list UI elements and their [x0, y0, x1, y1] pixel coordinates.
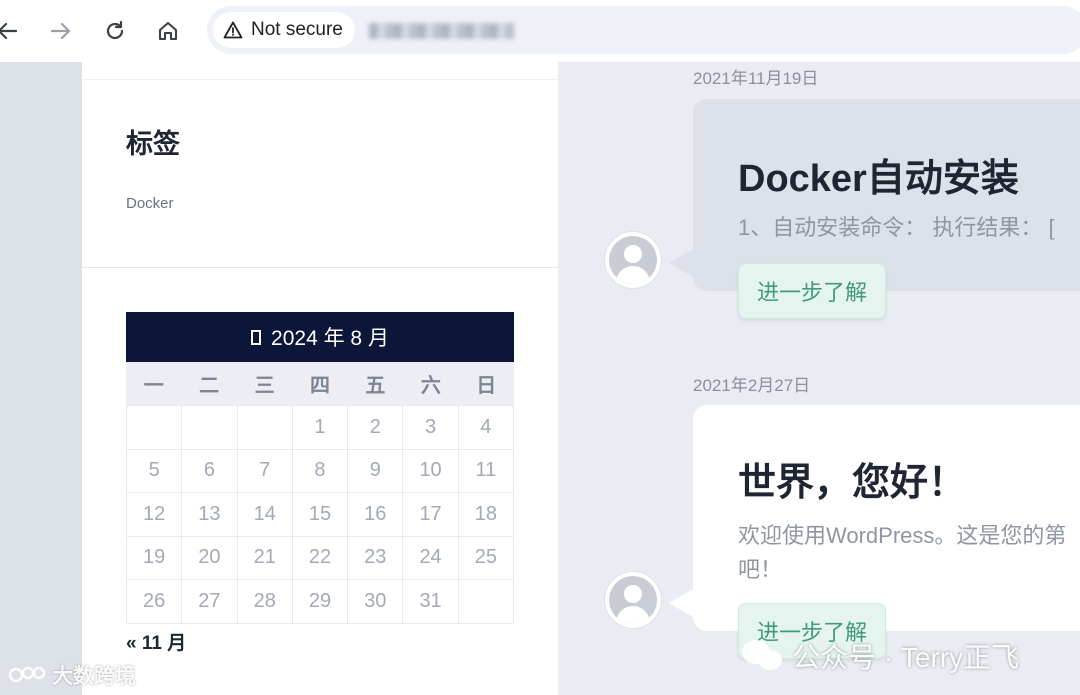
calendar-icon — [251, 329, 262, 345]
calendar-day: 5 — [127, 449, 183, 493]
calendar-day: 20 — [182, 536, 238, 580]
calendar-day: 13 — [182, 493, 238, 537]
wechat-icon — [742, 640, 784, 672]
author-avatar[interactable] — [605, 232, 661, 288]
blurred-url — [369, 23, 514, 39]
address-bar[interactable]: Not secure — [207, 6, 1080, 54]
calendar-day: 7 — [237, 449, 293, 493]
calendar-day: 11 — [458, 449, 514, 493]
calendar-day: 15 — [292, 493, 349, 537]
calendar-day — [458, 580, 514, 624]
watermark-right-text: 公众号 · Terry正飞 — [792, 642, 1020, 673]
weekday-header: 四 — [309, 375, 330, 397]
avatar-placeholder-icon — [609, 236, 657, 284]
weekday-header: 三 — [254, 375, 275, 397]
back-arrow-icon[interactable] — [0, 14, 24, 48]
home-icon[interactable] — [151, 14, 185, 48]
read-more-button[interactable]: 进一步了解 — [738, 263, 887, 319]
calendar-day: 16 — [348, 493, 404, 537]
post-date: 2021年11月19日 — [693, 69, 819, 88]
divider — [82, 267, 558, 268]
calendar-day: 25 — [458, 536, 514, 580]
reload-icon[interactable] — [98, 14, 132, 48]
weekday-header: 六 — [420, 375, 441, 397]
page-left-gutter — [0, 62, 82, 695]
calendar-day — [237, 406, 293, 450]
sidebar: 标签 Docker 2024 年 8 月 一 二 三 四 五 六 日 1 2 3… — [82, 62, 558, 695]
forward-arrow-icon[interactable] — [44, 14, 78, 48]
calendar-day: 30 — [348, 580, 404, 624]
calendar-day: 6 — [182, 449, 238, 493]
calendar-day: 12 — [127, 493, 183, 537]
calendar-day: 21 — [237, 536, 293, 580]
calendar-day: 10 — [403, 449, 459, 493]
watermark-right: 公众号 · Terry正飞 — [742, 636, 1019, 676]
post-card: 世界，您好！ 欢迎使用WordPress。这是您的第 吧！ 进一步了解 — [669, 405, 1080, 659]
weekday-header: 一 — [143, 375, 164, 397]
brand-logo-icon — [8, 666, 46, 683]
security-indicator[interactable]: Not secure — [213, 12, 355, 48]
weekday-header: 日 — [476, 375, 497, 397]
calendar-day: 19 — [127, 536, 183, 580]
calendar-day: 9 — [348, 449, 404, 493]
post-title-link[interactable]: Docker自动安装 — [738, 147, 1019, 202]
calendar-day: 28 — [237, 580, 293, 624]
calendar-caption: 2024 年 8 月 — [126, 312, 514, 362]
calendar-day — [127, 406, 183, 450]
calendar-day: 18 — [458, 493, 514, 537]
calendar-weekday-row: 一 二 三 四 五 六 日 — [126, 362, 514, 405]
browser-toolbar: Not secure — [0, 0, 1080, 62]
calendar-day: 14 — [237, 493, 293, 537]
post-title-link[interactable]: 世界，您好！ — [738, 451, 966, 506]
post-excerpt: 1、自动安装命令： 执行结果： [ — [738, 215, 1055, 240]
calendar-day: 23 — [348, 536, 404, 580]
post-excerpt-line: 吧！ — [738, 557, 783, 582]
tag-link-docker[interactable]: Docker — [126, 195, 174, 212]
tags-widget-title: 标签 — [126, 129, 180, 159]
calendar-day: 2 — [348, 406, 404, 450]
watermark-left-text: 大数跨境 — [52, 665, 136, 688]
calendar-day: 3 — [403, 406, 459, 450]
avatar-placeholder-icon — [609, 576, 657, 624]
post-card: Docker自动安装 1、自动安装命令： 执行结果： [ 进一步了解 — [669, 99, 1080, 319]
calendar-prev-month-link[interactable]: « 11 月 — [126, 628, 186, 655]
post-excerpt: 欢迎使用WordPress。这是您的第 吧！ — [738, 519, 1080, 587]
calendar-day: 27 — [182, 580, 238, 624]
post-excerpt-line: 欢迎使用WordPress。这是您的第 — [738, 523, 1067, 548]
weekday-header: 五 — [365, 375, 386, 397]
calendar-day: 26 — [127, 580, 183, 624]
calendar-day: 4 — [458, 406, 514, 450]
watermark-left: 大数跨境 — [8, 660, 136, 690]
calendar-month-label: 2024 年 8 月 — [271, 327, 389, 350]
warning-triangle-icon — [223, 21, 243, 39]
security-label: Not secure — [251, 19, 343, 40]
calendar-day: 8 — [292, 449, 349, 493]
calendar-widget: 2024 年 8 月 一 二 三 四 五 六 日 1 2 3 4 5 6 7 8… — [126, 312, 514, 624]
calendar-day: 17 — [403, 493, 459, 537]
weekday-header: 二 — [199, 375, 220, 397]
calendar-day: 22 — [292, 536, 349, 580]
calendar-day — [182, 406, 238, 450]
post-date: 2021年2月27日 — [693, 376, 811, 395]
calendar-day: 24 — [403, 536, 459, 580]
calendar-day: 29 — [292, 580, 349, 624]
calendar-day-grid: 1 2 3 4 5 6 7 8 9 10 11 12 13 14 15 16 1… — [126, 405, 514, 624]
author-avatar[interactable] — [605, 572, 661, 628]
calendar-day: 31 — [403, 580, 459, 624]
calendar-day: 1 — [292, 406, 349, 450]
divider — [82, 79, 558, 80]
